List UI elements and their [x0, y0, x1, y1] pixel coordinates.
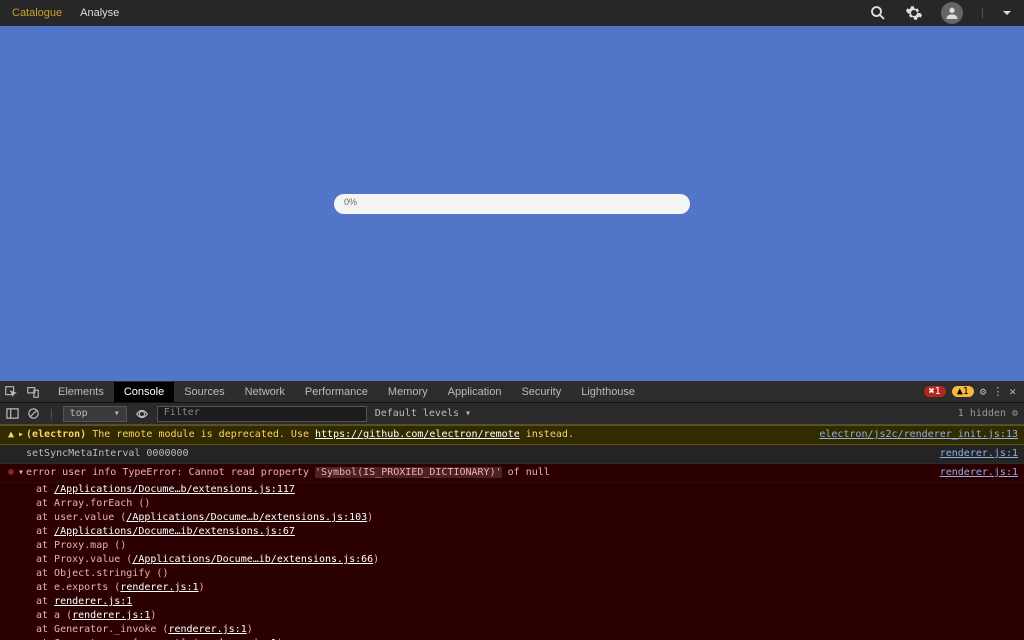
- console-toolbar: | top▾ Filter Default levels ▾ 1 hidden …: [0, 403, 1024, 425]
- app-viewport: 0%: [0, 26, 1024, 381]
- devtools-tab-elements[interactable]: Elements: [48, 382, 114, 402]
- devtools-tab-lighthouse[interactable]: Lighthouse: [571, 382, 645, 402]
- divider: |: [981, 7, 984, 19]
- warning-badge[interactable]: ▲ 1: [952, 386, 974, 397]
- progress-label: 0%: [344, 197, 357, 207]
- devtools: ElementsConsoleSourcesNetworkPerformance…: [0, 381, 1024, 640]
- devtools-settings-icon[interactable]: ⚙: [980, 385, 987, 398]
- device-toggle-icon[interactable]: [26, 385, 40, 399]
- source-link[interactable]: renderer.js:1: [928, 466, 1018, 480]
- topbar: Catalogue Analyse |: [0, 0, 1024, 26]
- devtools-tab-network[interactable]: Network: [235, 382, 295, 402]
- search-icon[interactable]: [869, 4, 887, 22]
- console-sidebar-icon[interactable]: [6, 407, 19, 420]
- devtools-kebab-icon[interactable]: ⋮: [992, 385, 1003, 398]
- hidden-count: 1 hidden: [958, 408, 1006, 419]
- log-row-error-stack: at /Applications/Docume…b/extensions.js:…: [0, 483, 1024, 640]
- settings-gear-icon[interactable]: [905, 4, 923, 22]
- console-clear-icon[interactable]: [27, 407, 40, 420]
- live-expr-icon[interactable]: [135, 407, 149, 421]
- devtools-tab-performance[interactable]: Performance: [295, 382, 378, 402]
- levels-select[interactable]: Default levels ▾: [375, 408, 471, 419]
- devtools-tabs: ElementsConsoleSourcesNetworkPerformance…: [0, 381, 1024, 403]
- error-badge[interactable]: ✖ 1: [924, 386, 946, 397]
- nav-catalogue[interactable]: Catalogue: [12, 7, 62, 19]
- context-select[interactable]: top▾: [63, 406, 127, 422]
- devtools-tab-application[interactable]: Application: [438, 382, 512, 402]
- dropdown-caret-icon[interactable]: [1002, 8, 1012, 18]
- log-row-info[interactable]: setSyncMetaInterval 0000000 renderer.js:…: [0, 445, 1024, 464]
- source-link[interactable]: renderer.js:1: [928, 447, 1018, 461]
- topbar-nav: Catalogue Analyse: [12, 7, 119, 19]
- avatar-icon[interactable]: [941, 2, 963, 24]
- source-link[interactable]: electron/js2c/renderer_init.js:13: [807, 428, 1018, 442]
- filter-input[interactable]: Filter: [157, 406, 367, 422]
- devtools-tab-console[interactable]: Console: [114, 382, 174, 402]
- console-settings-icon[interactable]: ⚙: [1012, 408, 1018, 419]
- log-row-warning[interactable]: ▲▸ (electron) The remote module is depre…: [0, 425, 1024, 445]
- topbar-right: |: [869, 2, 1012, 24]
- devtools-tab-security[interactable]: Security: [511, 382, 571, 402]
- nav-analyse[interactable]: Analyse: [80, 7, 119, 19]
- devtools-tab-sources[interactable]: Sources: [174, 382, 234, 402]
- console-log-area[interactable]: ▲▸ (electron) The remote module is depre…: [0, 425, 1024, 640]
- devtools-close-icon[interactable]: ✕: [1009, 385, 1016, 398]
- progress-bar: 0%: [334, 194, 690, 214]
- devtools-tab-memory[interactable]: Memory: [378, 382, 438, 402]
- log-row-error[interactable]: ⊗▾ error user info TypeError: Cannot rea…: [0, 464, 1024, 483]
- inspect-icon[interactable]: [4, 385, 18, 399]
